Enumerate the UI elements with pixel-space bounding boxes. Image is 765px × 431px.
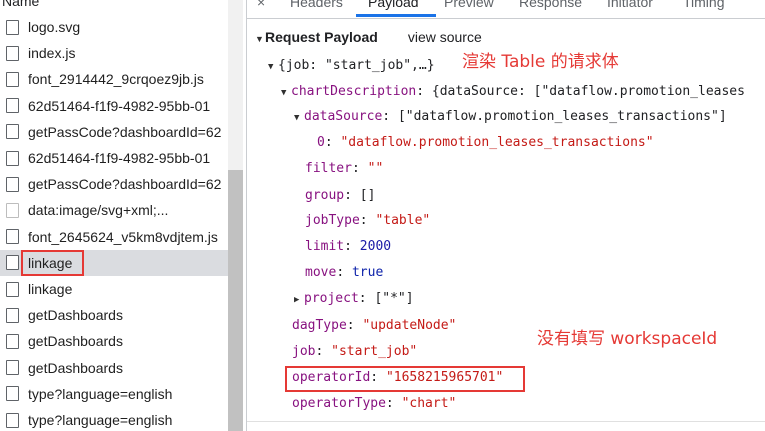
request-name: type?language=english (28, 412, 173, 428)
request-row[interactable]: index.js (0, 40, 228, 66)
request-row[interactable]: getDashboards (0, 328, 228, 354)
scrollbar-thumb[interactable] (228, 170, 243, 431)
active-tab-indicator (356, 14, 436, 17)
operator-type-row[interactable]: operatorType: "chart" (292, 396, 456, 411)
operator-id-highlight-box (285, 366, 525, 392)
request-row[interactable]: logo.svg (0, 14, 228, 40)
section-title: Request Payload (265, 29, 378, 45)
tab-preview[interactable]: Preview (444, 0, 494, 10)
job-type-row[interactable]: jobType: "table" (305, 213, 430, 228)
group-row[interactable]: group: [] (305, 188, 375, 203)
file-icon (6, 45, 19, 61)
request-row[interactable]: type?language=english (0, 407, 228, 431)
request-name: logo.svg (28, 19, 81, 35)
collapse-triangle-icon[interactable]: ▶ (294, 295, 304, 305)
file-icon (6, 202, 19, 218)
detail-tabs: × Headers Payload Preview Response Initi… (247, 0, 765, 19)
name-column-header[interactable]: Name (0, 0, 39, 11)
tab-payload[interactable]: Payload (368, 0, 419, 10)
request-name: getDashboards (28, 359, 123, 376)
file-icon (6, 255, 19, 271)
expand-triangle-icon[interactable]: ▼ (268, 62, 278, 72)
chart-description-row[interactable]: ▼ chartDescription: {dataSource: ["datafl… (281, 84, 745, 99)
panel-divider[interactable] (246, 0, 247, 431)
file-icon (6, 386, 19, 402)
request-name: getPassCode?dashboardId=62 (28, 176, 222, 193)
request-row[interactable]: getPassCode?dashboardId=62 (0, 171, 228, 197)
file-icon (6, 71, 19, 87)
tab-response[interactable]: Response (519, 0, 582, 10)
request-row[interactable]: type?language=english (0, 381, 228, 407)
file-icon (6, 333, 19, 349)
request-payload-header[interactable]: ▼Request Payload view source (255, 29, 482, 47)
request-name: index.js (28, 45, 76, 62)
file-icon (6, 307, 19, 323)
close-icon[interactable]: × (257, 0, 265, 10)
file-icon (6, 229, 19, 245)
request-name: getPassCode?dashboardId=62 (28, 123, 222, 140)
request-name: getDashboards (28, 307, 123, 324)
request-name: font_2914442_9crqoez9jb.js (28, 71, 204, 88)
limit-row[interactable]: limit: 2000 (305, 239, 391, 254)
request-row[interactable]: font_2645624_v5km8vdjtem.js (0, 224, 228, 250)
linkage-highlight-box (21, 250, 84, 276)
chart-description-summary: {dataSource: ["dataflow.promotion_leases (431, 84, 745, 99)
request-row[interactable]: linkage (0, 276, 228, 302)
data-source-row[interactable]: ▼ dataSource: ["dataflow.promotion_leases… (294, 109, 727, 124)
view-source-link[interactable]: view source (408, 29, 482, 45)
render-table-note: 渲染 Table 的请求体 (462, 52, 619, 72)
request-row[interactable]: getDashboards (0, 355, 228, 381)
file-icon (6, 360, 19, 376)
request-name: linkage (28, 281, 73, 297)
request-row[interactable]: getDashboards (0, 302, 228, 328)
file-icon (6, 19, 19, 35)
panel-bottom-border (247, 421, 765, 422)
filter-row[interactable]: filter: "" (305, 161, 383, 176)
expand-triangle-icon[interactable]: ▼ (281, 88, 291, 98)
tab-initiator[interactable]: Initiator (607, 0, 653, 10)
file-icon (6, 124, 19, 140)
request-name: type?language=english (28, 385, 173, 402)
file-icon (6, 98, 19, 114)
request-row[interactable]: getPassCode?dashboardId=62 (0, 119, 228, 145)
request-name: font_2645624_v5km8vdjtem.js (28, 228, 218, 245)
tab-timing[interactable]: Timing (683, 0, 725, 10)
request-row[interactable]: 62d51464-f1f9-4982-95bb-01 (0, 145, 228, 171)
tab-headers[interactable]: Headers (290, 0, 343, 10)
request-row[interactable]: data:image/svg+xml;... (0, 197, 228, 223)
network-request-list: Name logo.svg index.js font_2914442_9crqoe… (0, 0, 246, 431)
request-name: 62d51464-f1f9-4982-95bb-01 (28, 97, 211, 114)
data-source-item-row[interactable]: 0: "dataflow.promotion_leases_transactio… (317, 135, 654, 150)
file-icon (6, 281, 19, 297)
job-row[interactable]: job: "start_job" (292, 344, 417, 359)
data-source-summary: ["dataflow.promotion_leases_transactions… (397, 109, 727, 124)
file-icon (6, 412, 19, 428)
file-icon (6, 176, 19, 192)
move-row[interactable]: move: true (305, 265, 383, 280)
scrollbar-track[interactable] (228, 0, 243, 170)
expand-triangle-icon[interactable]: ▼ (255, 34, 265, 44)
request-name: getDashboards (28, 333, 123, 350)
dag-type-row[interactable]: dagType: "updateNode" (292, 318, 456, 333)
root-summary: {job: "start_job",…} (278, 58, 435, 73)
root-object-row[interactable]: ▼ {job: "start_job",…} (268, 58, 435, 73)
request-row[interactable]: font_2914442_9crqoez9jb.js (0, 66, 228, 92)
project-row[interactable]: ▶ project: ["*"] (294, 291, 414, 306)
expand-triangle-icon[interactable]: ▼ (294, 113, 304, 123)
missing-workspace-note: 没有填写 workspaceId (537, 329, 718, 349)
request-name: data:image/svg+xml;... (28, 202, 169, 219)
request-name: 62d51464-f1f9-4982-95bb-01 (28, 150, 211, 166)
request-row[interactable]: 62d51464-f1f9-4982-95bb-01 (0, 93, 228, 119)
file-icon (6, 150, 19, 166)
